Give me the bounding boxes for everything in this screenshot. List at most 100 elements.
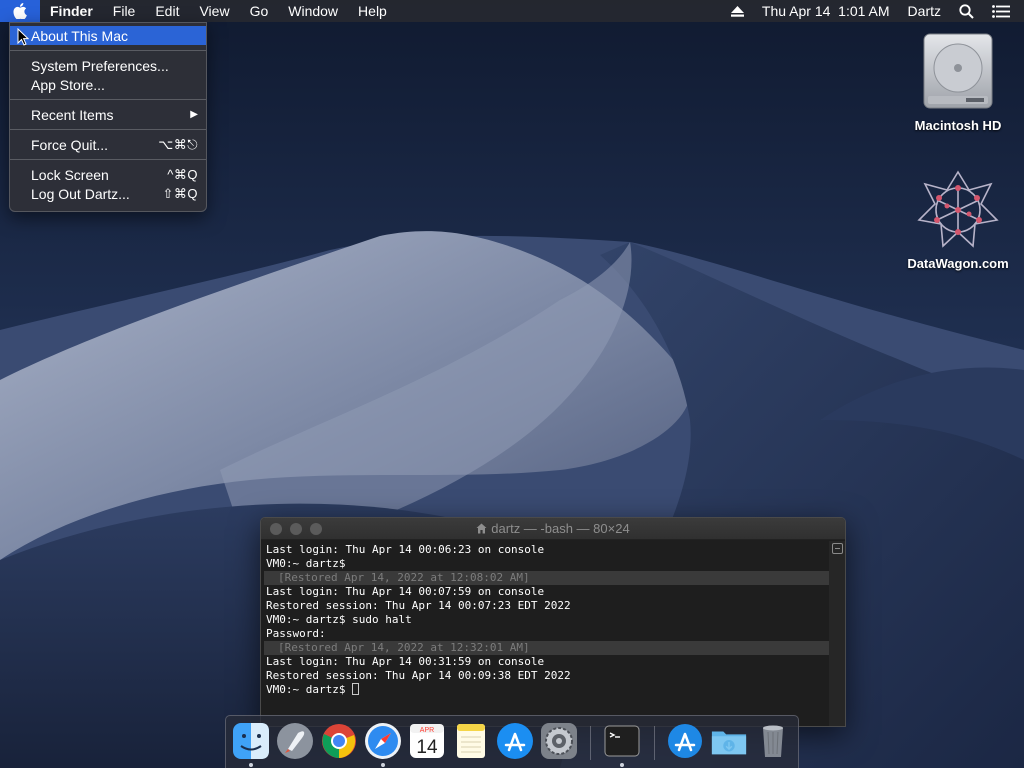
calendar-icon: APR 14 bbox=[410, 724, 444, 758]
search-icon bbox=[959, 3, 974, 19]
terminal-icon bbox=[604, 725, 640, 757]
terminal-restored-marker: [Restored Apr 14, 2022 at 12:08:02 AM] bbox=[264, 571, 830, 585]
menu-bar: Finder File Edit View Go Window Help Thu… bbox=[0, 0, 1024, 22]
menu-view[interactable]: View bbox=[189, 0, 239, 22]
eject-icon bbox=[730, 5, 744, 17]
running-indicator bbox=[249, 763, 253, 767]
terminal-line: Last login: Thu Apr 14 00:31:59 on conso… bbox=[266, 655, 545, 668]
menu-file[interactable]: File bbox=[103, 0, 146, 22]
desktop-icon-label: DataWagon.com bbox=[907, 256, 1009, 271]
terminal-line: Last login: Thu Apr 14 00:06:23 on conso… bbox=[266, 543, 545, 556]
terminal-line: Restored session: Thu Apr 14 00:07:23 ED… bbox=[266, 599, 571, 612]
menu-item-label: About This Mac bbox=[31, 27, 129, 44]
terminal-line: VM0:~ dartz$ sudo halt bbox=[266, 613, 412, 626]
terminal-title: dartz — -bash — 80×24 bbox=[261, 518, 845, 540]
dock-calendar[interactable]: APR 14 bbox=[408, 722, 446, 760]
launchpad-icon bbox=[277, 723, 313, 759]
downloads-folder-icon bbox=[711, 731, 747, 755]
hard-drive-icon bbox=[923, 33, 993, 109]
spotlight-button[interactable] bbox=[950, 3, 983, 19]
menu-separator bbox=[10, 99, 206, 100]
menu-separator bbox=[10, 129, 206, 130]
menu-window[interactable]: Window bbox=[278, 0, 348, 22]
terminal-window[interactable]: dartz — -bash — 80×24 Last login: Thu Ap… bbox=[260, 517, 846, 727]
terminal-title-text: dartz — -bash — 80×24 bbox=[491, 520, 630, 536]
terminal-output[interactable]: Last login: Thu Apr 14 00:06:23 on conso… bbox=[261, 541, 830, 726]
dock-downloads-folder[interactable] bbox=[710, 722, 748, 760]
menu-user[interactable]: Dartz bbox=[899, 0, 950, 22]
terminal-line: Last login: Thu Apr 14 00:07:59 on conso… bbox=[266, 585, 545, 598]
notification-center-icon bbox=[992, 4, 1010, 18]
apple-icon bbox=[13, 3, 27, 19]
submenu-arrow-icon: ▶ bbox=[190, 109, 198, 120]
menu-clock[interactable]: Thu Apr 14 1:01 AM bbox=[753, 0, 899, 22]
notes-icon bbox=[457, 724, 485, 758]
dock-safari[interactable] bbox=[364, 722, 402, 760]
menu-item-log-out[interactable]: Log Out Dartz... ⇧⌘Q bbox=[10, 184, 206, 203]
dock-launchpad[interactable] bbox=[276, 722, 314, 760]
text-cursor bbox=[352, 683, 360, 695]
home-folder-icon bbox=[476, 523, 487, 533]
menu-item-app-store[interactable]: App Store... bbox=[10, 75, 206, 94]
safari-icon bbox=[365, 723, 401, 759]
finder-icon bbox=[233, 723, 269, 759]
dock-chrome[interactable] bbox=[320, 722, 358, 760]
dock: APR 14 bbox=[225, 715, 799, 768]
menu-item-shortcut: ⌥⌘⎋ bbox=[158, 136, 198, 152]
dock-system-preferences[interactable] bbox=[540, 722, 578, 760]
menu-item-shortcut: ⇧⌘Q bbox=[162, 185, 198, 201]
dock-applications-folder[interactable] bbox=[666, 722, 704, 760]
menu-item-force-quit[interactable]: Force Quit... ⌥⌘⎋ bbox=[10, 135, 206, 154]
dock-finder[interactable] bbox=[232, 722, 270, 760]
svg-text:14: 14 bbox=[416, 737, 438, 758]
dock-divider bbox=[654, 726, 655, 760]
svg-text:APR: APR bbox=[420, 727, 434, 734]
menu-item-system-preferences[interactable]: System Preferences... bbox=[10, 56, 206, 75]
mouse-pointer-icon bbox=[17, 28, 29, 46]
terminal-titlebar[interactable]: dartz — -bash — 80×24 bbox=[261, 518, 845, 540]
terminal-line: Password: bbox=[266, 627, 326, 640]
dock-notes[interactable] bbox=[452, 722, 490, 760]
menu-item-shortcut: ^⌘Q bbox=[167, 166, 198, 182]
menu-item-label: Log Out Dartz... bbox=[31, 185, 130, 202]
apple-menu-button[interactable] bbox=[0, 0, 40, 22]
dock-trash[interactable] bbox=[754, 722, 792, 760]
system-preferences-icon bbox=[541, 723, 577, 759]
desktop-icon-datawagon[interactable]: DataWagon.com bbox=[903, 170, 1013, 271]
menu-separator bbox=[10, 159, 206, 160]
app-store-icon bbox=[497, 723, 533, 759]
dock-terminal[interactable] bbox=[603, 722, 641, 760]
menu-separator bbox=[10, 50, 206, 51]
terminal-prompt: VM0:~ dartz$ bbox=[266, 683, 353, 696]
terminal-line: Restored session: Thu Apr 14 00:09:38 ED… bbox=[266, 669, 571, 682]
menu-item-recent-items[interactable]: Recent Items ▶ bbox=[10, 105, 206, 124]
desktop-icon-label: Macintosh HD bbox=[914, 118, 1002, 133]
menu-help[interactable]: Help bbox=[348, 0, 397, 22]
eject-menu-extra[interactable] bbox=[722, 5, 753, 17]
datawagon-logo-icon bbox=[917, 170, 999, 248]
menu-finder[interactable]: Finder bbox=[40, 0, 103, 22]
dock-divider bbox=[590, 726, 591, 760]
applications-folder-icon bbox=[668, 724, 702, 758]
menu-item-label: App Store... bbox=[31, 76, 105, 93]
terminal-line: VM0:~ dartz$ bbox=[266, 557, 346, 570]
menu-item-label: Lock Screen bbox=[31, 166, 109, 183]
terminal-prompt-line[interactable]: VM0:~ dartz$ bbox=[266, 683, 829, 697]
trash-icon bbox=[763, 725, 783, 757]
running-indicator bbox=[620, 763, 624, 767]
menu-item-label: System Preferences... bbox=[31, 57, 169, 74]
chrome-icon bbox=[322, 724, 356, 758]
menu-item-about-this-mac[interactable]: About This Mac bbox=[10, 26, 206, 45]
dock-app-store[interactable] bbox=[496, 722, 534, 760]
terminal-restored-marker: [Restored Apr 14, 2022 at 12:32:01 AM] bbox=[264, 641, 830, 655]
apple-menu-dropdown: About This Mac System Preferences... App… bbox=[9, 22, 207, 212]
running-indicator bbox=[381, 763, 385, 767]
menu-edit[interactable]: Edit bbox=[145, 0, 189, 22]
notification-center-button[interactable] bbox=[983, 4, 1024, 18]
menu-item-label: Recent Items bbox=[31, 106, 114, 123]
terminal-scrollbar[interactable] bbox=[829, 541, 845, 726]
menu-go[interactable]: Go bbox=[240, 0, 279, 22]
split-pane-icon[interactable] bbox=[832, 543, 843, 554]
menu-item-lock-screen[interactable]: Lock Screen ^⌘Q bbox=[10, 165, 206, 184]
desktop-icon-macintosh-hd[interactable]: Macintosh HD bbox=[903, 32, 1013, 133]
